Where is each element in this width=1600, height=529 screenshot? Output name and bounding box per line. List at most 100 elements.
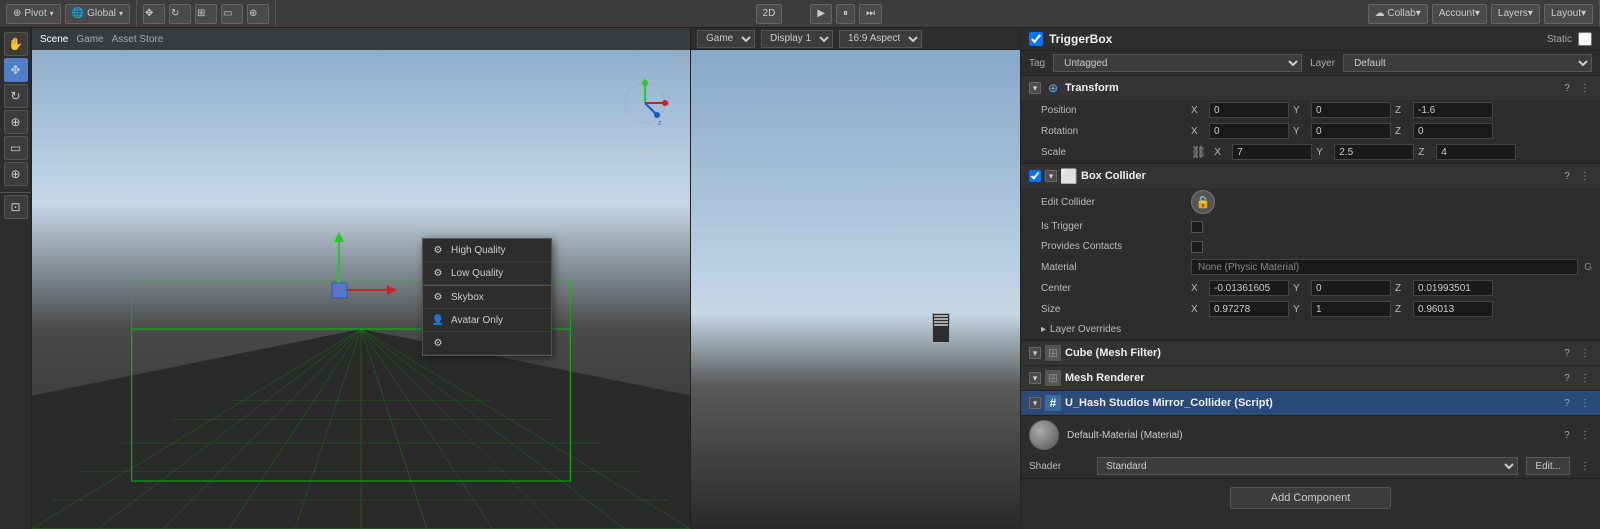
extra-tool-button[interactable]: ⊡ (4, 195, 28, 219)
script-component-header[interactable]: ▾ # U_Hash Studios Mirror_Collider (Scri… (1021, 391, 1600, 415)
script-question-icon[interactable]: ? (1560, 396, 1574, 410)
box-collider-icon: ⬜ (1061, 168, 1077, 184)
box-collider-settings-icon[interactable]: ⋮ (1578, 169, 1592, 183)
static-checkbox[interactable] (1578, 32, 1592, 46)
edit-collider-lock-icon[interactable]: 🔒 (1191, 190, 1215, 214)
center-z-input[interactable] (1413, 280, 1493, 296)
provides-contacts-checkbox[interactable] (1191, 241, 1203, 253)
rotation-x-input[interactable] (1209, 123, 1289, 139)
maximize-icon[interactable]: ⊡ (678, 54, 686, 65)
box-collider-enabled-checkbox[interactable] (1029, 170, 1041, 182)
mesh-renderer-settings-icon[interactable]: ⋮ (1578, 371, 1592, 385)
cube-mesh-filter-settings-icon[interactable]: ⋮ (1578, 346, 1592, 360)
scale-x-input[interactable] (1232, 144, 1312, 160)
scale-tool-button[interactable]: ⊞ (195, 4, 217, 24)
size-x-label: X (1191, 304, 1205, 315)
tab-game[interactable]: Game (76, 34, 103, 45)
layout-button[interactable]: Layout▾ (1544, 4, 1593, 24)
aspect-select[interactable]: 16:9 Aspect (839, 30, 922, 48)
context-menu: ⚙ High Quality ⚙ Low Quality ⚙ Skybox 👤 … (422, 238, 552, 356)
tab-scene[interactable]: Scene (40, 34, 68, 45)
scale-y-input[interactable] (1334, 144, 1414, 160)
orbit-tool-button[interactable]: ↻ (4, 84, 28, 108)
shader-select[interactable]: Standard (1097, 457, 1518, 475)
2d-button[interactable]: 2D (756, 4, 783, 24)
layer-overrides-expand-icon[interactable]: ▸ (1041, 324, 1046, 335)
size-y-input[interactable] (1311, 301, 1391, 317)
move-tool-sidebar-button[interactable]: ✥ (4, 58, 28, 82)
all-tool-button[interactable]: ⊕ (247, 4, 269, 24)
shader-settings-icon[interactable]: ⋮ (1578, 459, 1592, 473)
cube-mesh-filter-question-icon[interactable]: ? (1560, 346, 1574, 360)
size-row: Size X Y Z (1021, 299, 1600, 320)
play-button[interactable]: ▶ (810, 4, 832, 24)
tab-asset-store[interactable]: Asset Store (112, 34, 164, 45)
context-menu-item-high-quality[interactable]: ⚙ High Quality (423, 239, 551, 262)
rect-tool-button[interactable]: ▭ (221, 4, 243, 24)
box-collider-question-icon[interactable]: ? (1560, 169, 1574, 183)
box-collider-header[interactable]: ▾ ⬜ Box Collider ? ⋮ (1021, 164, 1600, 188)
transform-settings-icon[interactable]: ⋮ (1578, 81, 1592, 95)
context-menu-item-extra[interactable]: ⚙ (423, 332, 551, 355)
material-question-icon[interactable]: ? (1560, 428, 1574, 442)
inspector-tag-layer: Tag Untagged Layer Default (1021, 51, 1600, 76)
object-active-checkbox[interactable] (1029, 32, 1043, 46)
scene-gizmo[interactable]: Y X Z (620, 78, 670, 128)
cube-mesh-filter-header[interactable]: ▾ ⊞ Cube (Mesh Filter) ? ⋮ (1021, 341, 1600, 365)
hand-tool-button[interactable]: ✋ (4, 32, 28, 56)
game-obj-line-4 (934, 324, 948, 326)
scale-z-input[interactable] (1436, 144, 1516, 160)
size-x-input[interactable] (1209, 301, 1289, 317)
shader-edit-button[interactable]: Edit... (1526, 457, 1570, 475)
display-select[interactable]: Display 1 (761, 30, 833, 48)
script-component: ▾ # U_Hash Studios Mirror_Collider (Scri… (1021, 391, 1600, 416)
material-settings-icon[interactable]: ⋮ (1578, 428, 1592, 442)
mesh-renderer-question-icon[interactable]: ? (1560, 371, 1574, 385)
tag-select[interactable]: Untagged (1053, 54, 1302, 72)
center-x-input[interactable] (1209, 280, 1289, 296)
account-button[interactable]: Account▾ (1432, 4, 1487, 24)
provides-contacts-label: Provides Contacts (1041, 241, 1191, 252)
game-select[interactable]: Game (697, 30, 755, 48)
center-y-input[interactable] (1311, 280, 1391, 296)
zoom-tool-button[interactable]: ⊕ (4, 110, 28, 134)
pivot-icon: ⊕ (13, 8, 21, 19)
layer-overrides-label[interactable]: Layer Overrides (1050, 324, 1200, 335)
shader-label: Shader (1029, 461, 1089, 472)
material-none-field[interactable]: None (Physic Material) (1191, 259, 1578, 275)
cube-mesh-filter-component: ▾ ⊞ Cube (Mesh Filter) ? ⋮ (1021, 341, 1600, 366)
is-trigger-checkbox[interactable] (1191, 221, 1203, 233)
rect-tool-sidebar-button[interactable]: ▭ (4, 136, 28, 160)
transform-icon: ⊕ (1045, 80, 1061, 96)
pivot-chevron-icon: ▾ (50, 9, 54, 18)
layers-button[interactable]: Layers▾ (1491, 4, 1540, 24)
all-transform-button[interactable]: ⊕ (4, 162, 28, 186)
size-z-input[interactable] (1413, 301, 1493, 317)
svg-text:Z: Z (658, 121, 661, 127)
layer-select[interactable]: Default (1343, 54, 1592, 72)
global-button[interactable]: 🌐 Global ▾ (65, 4, 130, 24)
provides-contacts-fields (1191, 241, 1592, 253)
mesh-renderer-name: Mesh Renderer (1065, 372, 1556, 384)
position-y-input[interactable] (1311, 102, 1391, 118)
rotation-z-input[interactable] (1413, 123, 1493, 139)
context-menu-item-skybox[interactable]: ⚙ Skybox (423, 286, 551, 309)
transform-question-icon[interactable]: ? (1560, 81, 1574, 95)
step-button[interactable]: ⏭ (859, 4, 882, 24)
context-menu-item-low-quality[interactable]: ⚙ Low Quality (423, 262, 551, 285)
position-z-input[interactable] (1413, 102, 1493, 118)
context-menu-item-avatar-only[interactable]: 👤 Avatar Only (423, 309, 551, 332)
move-tool-button[interactable]: ✥ (143, 4, 165, 24)
rotation-y-input[interactable] (1311, 123, 1391, 139)
add-component-row: Add Component (1021, 479, 1600, 517)
rotate-tool-button[interactable]: ↻ (169, 4, 191, 24)
script-settings-icon[interactable]: ⋮ (1578, 396, 1592, 410)
collab-button[interactable]: ☁ Collab▾ (1368, 4, 1428, 24)
scene-viewport-header: Scene Game Asset Store (32, 28, 690, 50)
pause-button[interactable]: ⏸ (836, 4, 855, 24)
add-component-button[interactable]: Add Component (1230, 487, 1392, 509)
mesh-renderer-header[interactable]: ▾ ⊞ Mesh Renderer ? ⋮ (1021, 366, 1600, 390)
position-x-input[interactable] (1209, 102, 1289, 118)
pivot-button[interactable]: ⊕ Pivot ▾ (6, 4, 61, 24)
transform-component-header[interactable]: ▾ ⊕ Transform ? ⋮ (1021, 76, 1600, 100)
